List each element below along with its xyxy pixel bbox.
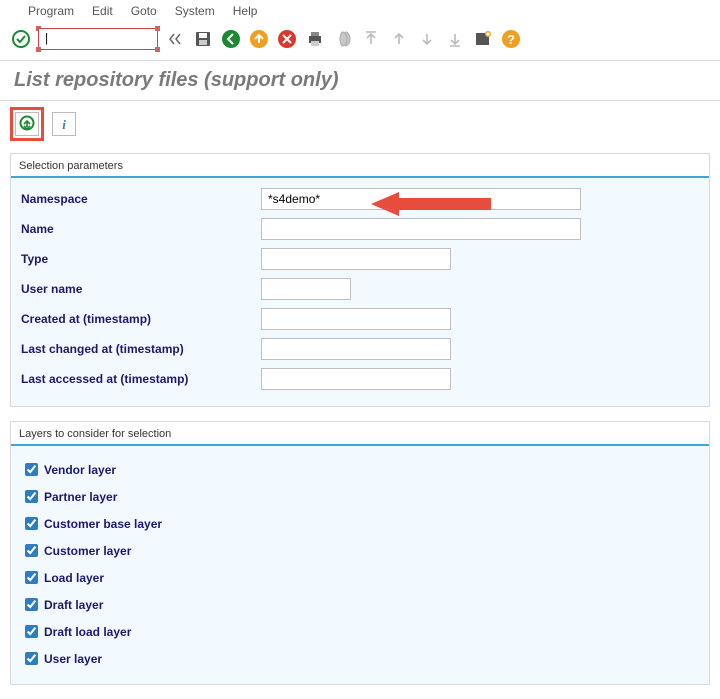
selection-parameters-title: Selection parameters xyxy=(11,154,709,178)
type-input[interactable] xyxy=(261,248,451,270)
find-icon[interactable] xyxy=(332,28,354,50)
changed-input[interactable] xyxy=(261,338,451,360)
exit-icon[interactable] xyxy=(248,28,270,50)
system-toolbar: ? xyxy=(0,22,720,61)
user-input[interactable] xyxy=(261,278,351,300)
menu-goto[interactable]: Goto xyxy=(131,4,157,18)
command-field[interactable] xyxy=(38,28,158,50)
layer-row: Partner layer xyxy=(21,487,705,506)
cancel-icon[interactable] xyxy=(276,28,298,50)
layer-label: Vendor layer xyxy=(44,463,116,477)
namespace-input[interactable] xyxy=(261,188,581,210)
layer-label: Draft load layer xyxy=(44,625,131,639)
layer-checkbox[interactable] xyxy=(25,598,38,611)
type-label: Type xyxy=(21,252,261,266)
name-input[interactable] xyxy=(261,218,581,240)
layer-label: Partner layer xyxy=(44,490,117,504)
page-title: List repository files (support only) xyxy=(0,61,720,101)
layer-label: Customer base layer xyxy=(44,517,162,531)
app-toolbar: i xyxy=(0,101,720,147)
menubar: Program Edit Goto System Help xyxy=(0,0,720,22)
changed-label: Last changed at (timestamp) xyxy=(21,342,261,356)
layer-row: User layer xyxy=(21,649,705,668)
name-label: Name xyxy=(21,222,261,236)
layer-checkbox[interactable] xyxy=(25,544,38,557)
layer-checkbox[interactable] xyxy=(25,652,38,665)
save-icon[interactable] xyxy=(192,28,214,50)
info-button[interactable]: i xyxy=(52,112,76,136)
first-page-icon[interactable] xyxy=(360,28,382,50)
selection-parameters-group: Selection parameters Namespace Name Type… xyxy=(10,153,710,407)
collapse-icon[interactable] xyxy=(164,28,186,50)
layer-row: Draft load layer xyxy=(21,622,705,641)
accessed-input[interactable] xyxy=(261,368,451,390)
layers-title: Layers to consider for selection xyxy=(11,422,709,446)
accessed-label: Last accessed at (timestamp) xyxy=(21,372,261,386)
menu-help[interactable]: Help xyxy=(233,4,258,18)
layer-row: Customer layer xyxy=(21,541,705,560)
new-session-icon[interactable] xyxy=(472,28,494,50)
namespace-label: Namespace xyxy=(21,192,261,206)
layer-label: Customer layer xyxy=(44,544,131,558)
user-label: User name xyxy=(21,282,261,296)
last-page-icon[interactable] xyxy=(444,28,466,50)
enter-button[interactable] xyxy=(10,28,32,50)
layer-checkbox[interactable] xyxy=(25,463,38,476)
layers-group: Layers to consider for selection Vendor … xyxy=(10,421,710,685)
layer-label: Draft layer xyxy=(44,598,103,612)
layer-label: User layer xyxy=(44,652,102,666)
layer-checkbox[interactable] xyxy=(25,490,38,503)
layer-row: Draft layer xyxy=(21,595,705,614)
svg-text:?: ? xyxy=(507,32,515,47)
created-input[interactable] xyxy=(261,308,451,330)
help-icon[interactable]: ? xyxy=(500,28,522,50)
layer-row: Customer base layer xyxy=(21,514,705,533)
menu-edit[interactable]: Edit xyxy=(92,4,113,18)
layer-row: Load layer xyxy=(21,568,705,587)
layer-checkbox[interactable] xyxy=(25,517,38,530)
layer-row: Vendor layer xyxy=(21,460,705,479)
menu-program[interactable]: Program xyxy=(28,4,74,18)
menu-system[interactable]: System xyxy=(175,4,215,18)
svg-text:i: i xyxy=(62,117,66,132)
created-label: Created at (timestamp) xyxy=(21,312,261,326)
print-icon[interactable] xyxy=(304,28,326,50)
prev-page-icon[interactable] xyxy=(388,28,410,50)
layer-checkbox[interactable] xyxy=(25,625,38,638)
next-page-icon[interactable] xyxy=(416,28,438,50)
execute-highlight xyxy=(10,107,44,141)
execute-button[interactable] xyxy=(15,112,39,136)
command-field-wrap xyxy=(38,28,158,50)
back-icon[interactable] xyxy=(220,28,242,50)
